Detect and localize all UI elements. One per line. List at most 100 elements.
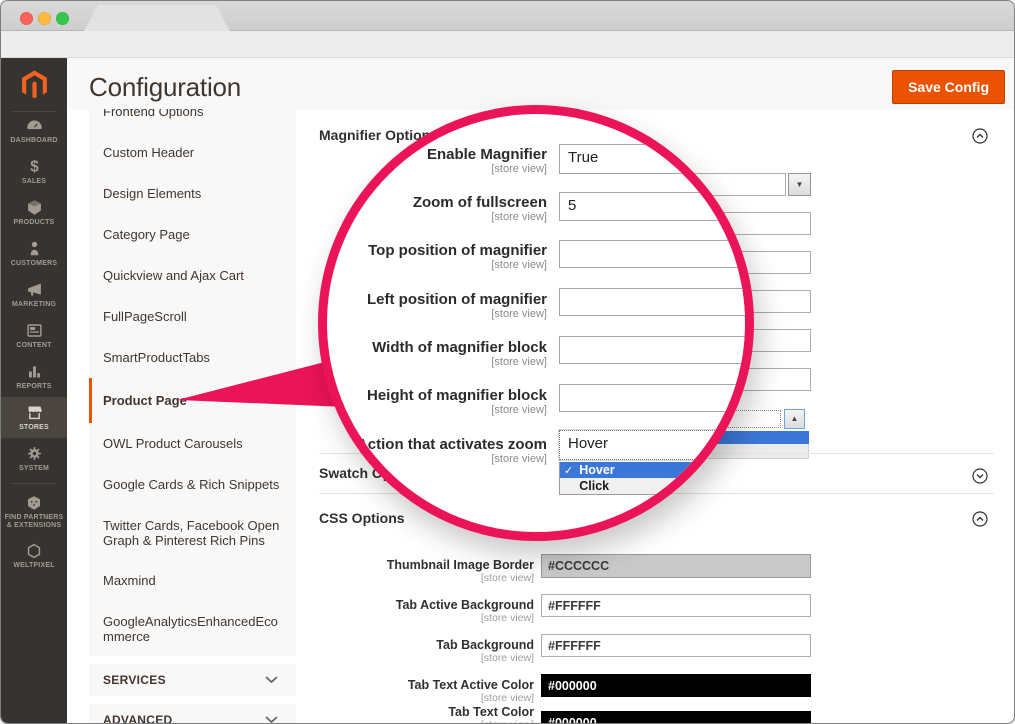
menu-divider (89, 696, 296, 704)
sidebar-item-label: MARKETING (2, 301, 66, 309)
cube-icon (26, 199, 43, 216)
collapse-section-icon[interactable] (972, 511, 988, 527)
page-title: Configuration (89, 72, 241, 103)
zoom-action-dropdown-list: ✓ Hover ✓ Click (559, 462, 711, 495)
zoom-action-combobox[interactable]: Hover (559, 430, 737, 460)
zoom-of-fullscreen-input[interactable]: 5 (559, 192, 754, 221)
chevron-down-icon (265, 676, 278, 684)
sidebar-item-products[interactable]: PRODUCTS (1, 192, 67, 233)
config-menu-item[interactable]: SmartProductTabs (89, 337, 296, 378)
sidebar-item-label: DASHBOARD (2, 137, 66, 145)
field-label: Tab Active Background[store view] (301, 599, 534, 624)
browser-window: DASHBOARD $ SALES PRODUCTS CUSTOMERS MAR… (0, 0, 1015, 724)
field-label: Tab Background[store view] (301, 639, 534, 664)
tab-text-color-input[interactable] (541, 711, 811, 724)
dropdown-open-button[interactable]: ▼ (788, 173, 811, 196)
hexagon-icon (26, 543, 42, 559)
bar-chart-icon (26, 363, 43, 380)
sidebar-item-label: SYSTEM (2, 465, 66, 473)
dropdown-option-hover[interactable]: ✓ Hover (560, 462, 710, 478)
config-menu-item[interactable]: Quickview and Ajax Cart (89, 255, 296, 296)
field-label: Zoom of fullscreen[store view] (318, 195, 547, 224)
sidebar-item-find-partners[interactable]: FIND PARTNERS & EXTENSIONS (1, 488, 67, 536)
admin-sidebar: DASHBOARD $ SALES PRODUCTS CUSTOMERS MAR… (1, 58, 67, 724)
sidebar-item-label: REPORTS (2, 383, 66, 391)
left-position-input[interactable] (559, 288, 754, 316)
sidebar-item-sales[interactable]: $ SALES (1, 151, 67, 192)
tab-active-background-input[interactable] (541, 594, 811, 617)
config-menu-item[interactable]: Google Cards & Rich Snippets (89, 464, 296, 505)
dropdown-option-click[interactable]: ✓ Click (560, 478, 710, 494)
menu-divider (89, 656, 296, 664)
field-label: Height of magnifier block[store view] (318, 388, 547, 417)
sidebar-item-label: WELTPIXEL (2, 562, 66, 570)
sidebar-item-customers[interactable]: CUSTOMERS (1, 233, 67, 274)
sidebar-item-label: SALES (2, 178, 66, 186)
chevron-down-icon (265, 716, 278, 724)
gauge-icon (26, 119, 43, 134)
sidebar-item-content[interactable]: CONTENT (1, 315, 67, 356)
top-position-input[interactable] (559, 240, 754, 268)
enable-magnifier-select[interactable]: True (559, 144, 754, 174)
browser-tab[interactable] (84, 5, 230, 31)
gear-icon (26, 445, 43, 462)
save-config-button[interactable]: Save Config (892, 70, 1005, 104)
browser-titlebar (1, 1, 1014, 31)
sidebar-item-label: PRODUCTS (2, 219, 66, 227)
sidebar-item-reports[interactable]: REPORTS (1, 356, 67, 397)
field-label: Width of magnifier block[store view] (318, 340, 547, 369)
browser-toolbar (1, 31, 1014, 58)
config-menu-item[interactable]: FullPageScroll (89, 296, 296, 337)
sidebar-item-label: STORES (2, 424, 66, 432)
maximize-window-icon[interactable] (56, 12, 69, 25)
expand-section-icon[interactable] (972, 468, 988, 484)
sidebar-item-label: CONTENT (2, 342, 66, 350)
field-label: Left position of magnifier[store view] (318, 292, 547, 321)
config-menu-item[interactable]: Maxmind (89, 560, 296, 601)
config-menu-group-services[interactable]: SERVICES (89, 664, 296, 696)
config-menu-group-advanced[interactable]: ADVANCED (89, 704, 296, 724)
config-menu-item[interactable]: Twitter Cards, Facebook Open Graph & Pin… (89, 505, 296, 560)
width-of-block-input[interactable] (559, 336, 754, 364)
config-menu-item-product-page-active[interactable]: Product Page (89, 378, 296, 423)
layout-icon (26, 322, 43, 339)
sidebar-item-system[interactable]: SYSTEM (1, 438, 67, 479)
height-of-block-input[interactable] (559, 384, 754, 412)
magnified-form: Enable Magnifier[store view] True Zoom o… (318, 105, 754, 541)
svg-text:$: $ (30, 159, 39, 175)
screenshot-root: DASHBOARD $ SALES PRODUCTS CUSTOMERS MAR… (0, 0, 1015, 724)
sidebar-item-stores[interactable]: STORES (1, 397, 67, 438)
field-label: Tab Text Color[store view] (301, 706, 534, 724)
magnifier-callout: Enable Magnifier[store view] True Zoom o… (318, 105, 754, 541)
field-label: Thumbnail Image Border[store view] (301, 559, 534, 584)
tab-text-active-color-input[interactable] (541, 674, 811, 697)
sidebar-item-label: FIND PARTNERS & EXTENSIONS (2, 514, 66, 530)
tab-background-input[interactable] (541, 634, 811, 657)
field-label: Enable Magnifier[store view] (318, 147, 547, 176)
megaphone-icon (26, 281, 43, 298)
sidebar-item-dashboard[interactable]: DASHBOARD (1, 112, 67, 151)
config-menu-item[interactable]: Design Elements (89, 173, 296, 214)
field-label: Action that activates zoom[store view] (318, 437, 547, 466)
collapse-section-icon[interactable] (972, 128, 988, 144)
config-menu-item[interactable]: Custom Header (89, 132, 296, 173)
puzzle-cube-icon (26, 495, 42, 511)
config-menu-item[interactable]: GoogleAnalyticsEnhancedEcommerce (89, 601, 296, 656)
person-icon (26, 240, 43, 257)
thumbnail-image-border-input[interactable] (541, 554, 811, 578)
storefront-icon (26, 404, 43, 421)
dropdown-close-button[interactable]: ▲ (784, 409, 805, 429)
config-menu-item[interactable]: Category Page (89, 214, 296, 255)
sidebar-item-marketing[interactable]: MARKETING (1, 274, 67, 315)
minimize-window-icon[interactable] (38, 12, 51, 25)
magento-logo[interactable] (1, 58, 67, 111)
check-icon: ✓ (564, 464, 573, 477)
sidebar-item-label: CUSTOMERS (2, 260, 66, 268)
sidebar-item-weltpixel[interactable]: WELTPIXEL (1, 536, 67, 576)
sidebar-divider (12, 483, 56, 484)
close-window-icon[interactable] (20, 12, 33, 25)
config-menu-item[interactable]: OWL Product Carousels (89, 423, 296, 464)
page-header: Configuration Save Config (67, 58, 1015, 109)
field-label: Top position of magnifier[store view] (318, 243, 547, 272)
config-section-menu: Frontend Options Custom Header Design El… (89, 91, 296, 724)
